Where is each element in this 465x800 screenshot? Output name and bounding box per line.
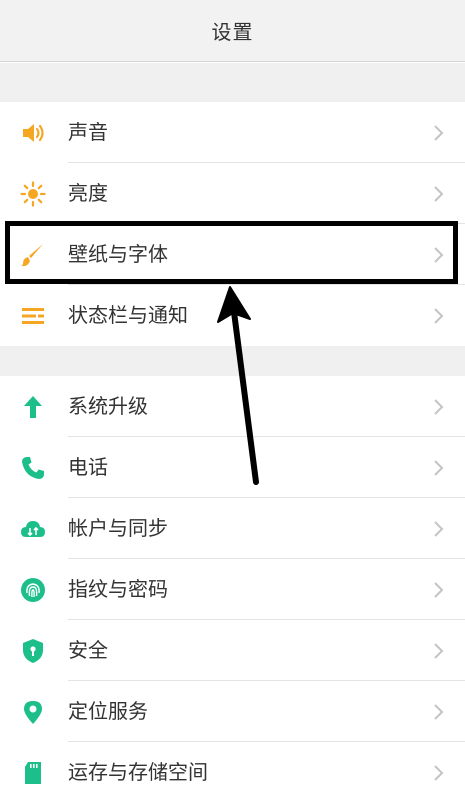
chevron-right-icon	[434, 185, 444, 202]
settings-item-fingerprint-password[interactable]: 指纹与密码	[0, 559, 465, 620]
settings-item-label: 壁纸与字体	[68, 242, 168, 266]
fingerprint-icon	[20, 577, 46, 603]
chevron-right-icon	[434, 124, 444, 141]
speaker-icon	[20, 120, 46, 146]
settings-item-security[interactable]: 安全	[0, 620, 465, 681]
sd-card-icon	[20, 760, 46, 786]
chevron-right-icon	[434, 459, 444, 476]
list-icon	[20, 303, 46, 329]
settings-item-wallpaper-fonts[interactable]: 壁纸与字体	[0, 224, 465, 285]
title-bar: 设置	[0, 0, 465, 62]
settings-item-label: 声音	[68, 120, 108, 144]
settings-item-accounts-sync[interactable]: 帐户与同步	[0, 498, 465, 559]
cloud-sync-icon	[20, 516, 46, 542]
sun-icon	[20, 180, 46, 207]
shield-icon	[20, 638, 46, 664]
chevron-right-icon	[434, 398, 444, 415]
chevron-right-icon	[434, 307, 444, 324]
settings-item-label: 运存与存储空间	[68, 760, 208, 784]
chevron-right-icon	[434, 520, 444, 537]
settings-item-label: 亮度	[68, 181, 108, 205]
page-title: 设置	[211, 20, 254, 44]
settings-item-label: 状态栏与通知	[68, 303, 188, 327]
settings-item-phone[interactable]: 电话	[0, 437, 465, 498]
settings-item-system-update[interactable]: 系统升级	[0, 376, 465, 437]
settings-item-label: 指纹与密码	[68, 577, 168, 601]
settings-item-label: 安全	[68, 638, 108, 662]
chevron-right-icon	[434, 246, 444, 263]
settings-item-label: 定位服务	[68, 699, 148, 723]
settings-item-memory-storage[interactable]: 运存与存储空间	[0, 742, 465, 800]
settings-item-label: 系统升级	[68, 394, 148, 418]
settings-item-statusbar-notifications[interactable]: 状态栏与通知	[0, 285, 465, 346]
settings-item-brightness[interactable]: 亮度	[0, 163, 465, 224]
settings-item-sound[interactable]: 声音	[0, 102, 465, 163]
chevron-right-icon	[434, 581, 444, 598]
arrow-up-icon	[20, 394, 46, 420]
location-pin-icon	[20, 699, 46, 725]
settings-item-label: 帐户与同步	[68, 516, 168, 540]
settings-item-label: 电话	[68, 455, 108, 479]
phone-icon	[20, 455, 46, 481]
section-divider	[0, 63, 465, 102]
chevron-right-icon	[434, 764, 444, 781]
settings-item-location[interactable]: 定位服务	[0, 681, 465, 742]
chevron-right-icon	[434, 642, 444, 659]
section-divider	[0, 346, 465, 376]
brush-icon	[20, 242, 46, 268]
chevron-right-icon	[434, 703, 444, 720]
